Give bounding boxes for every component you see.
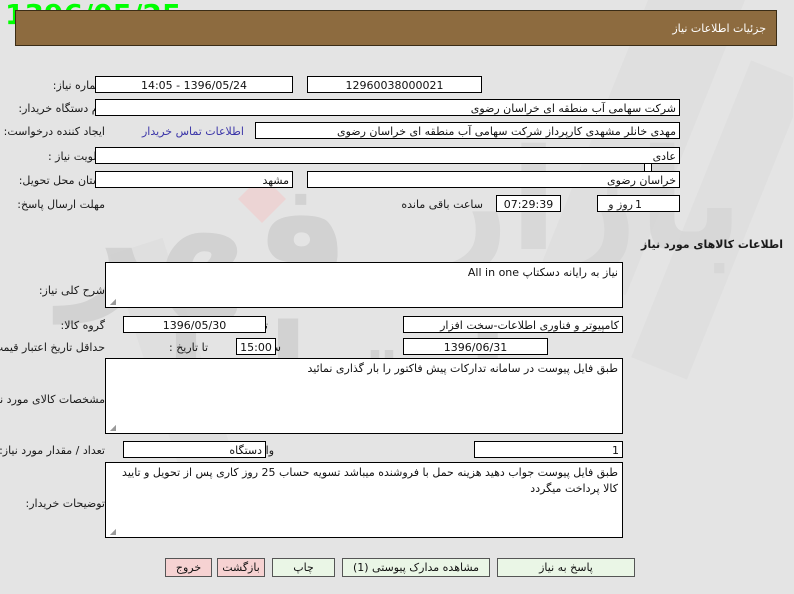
goods-panel-title: اطلاعات کالاهای مورد نیاز bbox=[642, 238, 784, 251]
goods-specs-label: مشخصات کالای مورد نیاز: bbox=[0, 393, 106, 406]
announcement-datetime-value: 1396/05/24 - 14:05 bbox=[96, 76, 294, 93]
buyer-notes-text: طبق فایل پیوست جواب دهید هزینه حمل با فر… bbox=[123, 466, 619, 495]
resize-handle-icon: ◢ bbox=[110, 297, 117, 306]
buyer-notes-label: توضیحات خریدار: bbox=[26, 497, 107, 510]
price-validity-date-value: 1396/06/31 bbox=[404, 338, 549, 355]
action-button-bar: پاسخ به نیاز مشاهده مدارک پیوستی (1) چاپ… bbox=[16, 558, 778, 582]
requester-label: ایجاد کننده درخواست: bbox=[4, 125, 106, 138]
resize-handle-icon: ◢ bbox=[110, 527, 117, 536]
deadline-time-value: 07:29:39 bbox=[497, 195, 562, 212]
delivery-province-value: خراسان رضوی bbox=[308, 171, 681, 188]
deadline-suffix-label: ساعت باقی مانده bbox=[402, 198, 484, 211]
buyer-notes-value: طبق فایل پیوست جواب دهید هزینه حمل با فر… bbox=[106, 462, 624, 538]
delivery-city-value: مشهد bbox=[96, 171, 294, 188]
buyer-contact-link[interactable]: اطلاعات تماس خریدار bbox=[143, 125, 245, 138]
quantity-value: 1 bbox=[475, 441, 624, 458]
resize-handle-icon: ◢ bbox=[110, 423, 117, 432]
price-validity-label: حداقل تاریخ اعتبار قیمت: bbox=[0, 341, 106, 354]
quantity-label: تعداد / مقدار مورد نیاز: bbox=[0, 444, 106, 457]
count-unit-value: دستگاه bbox=[124, 441, 267, 458]
delivery-province-label: استان محل تحویل: bbox=[19, 174, 106, 187]
respond-to-need-button[interactable]: پاسخ به نیاز bbox=[498, 558, 636, 577]
page-header-bar: جزئیات اطلاعات نیاز bbox=[16, 10, 778, 46]
buyer-org-label: نام دستگاه خریدار: bbox=[19, 102, 106, 115]
need-summary-label: شرح کلی نیاز: bbox=[39, 284, 106, 297]
print-button[interactable]: چاپ bbox=[273, 558, 336, 577]
priority-value: عادی bbox=[96, 147, 681, 164]
need-number-value: 12960038000021 bbox=[308, 76, 483, 93]
exit-button[interactable]: خروج bbox=[166, 558, 213, 577]
goods-specs-text: طبق فایل پیوست در سامانه تدارکات پیش فاک… bbox=[308, 362, 620, 375]
time-value: 15:00 bbox=[237, 338, 277, 355]
buyer-org-value: شرکت سهامی آب منطقه ای خراسان رضوی bbox=[96, 99, 681, 116]
deadline-days-unit: روز و bbox=[609, 198, 634, 211]
goods-group-value: کامپیوتر و فناوری اطلاعات-سخت افزار bbox=[404, 316, 624, 333]
response-deadline-label: مهلت ارسال پاسخ: bbox=[18, 198, 106, 211]
goods-need-date-value: 1396/05/30 bbox=[124, 316, 267, 333]
need-summary-text: نیاز به رایانه دسکتاپ All in one bbox=[468, 266, 619, 279]
goods-group-label: گروه کالا: bbox=[61, 319, 106, 332]
back-button[interactable]: بازگشت bbox=[218, 558, 266, 577]
view-attached-docs-button[interactable]: مشاهده مدارک پیوستی (1) bbox=[343, 558, 491, 577]
need-summary-value: نیاز به رایانه دسکتاپ All in one ◢ bbox=[106, 262, 624, 308]
page-title: جزئیات اطلاعات نیاز bbox=[673, 22, 767, 35]
requester-value: مهدی خانلر مشهدی کارپرداز شرکت سهامی آب … bbox=[256, 122, 681, 139]
goods-specs-value: طبق فایل پیوست در سامانه تدارکات پیش فاک… bbox=[106, 358, 624, 434]
price-validity-to-label: تا تاریخ : bbox=[170, 341, 209, 354]
